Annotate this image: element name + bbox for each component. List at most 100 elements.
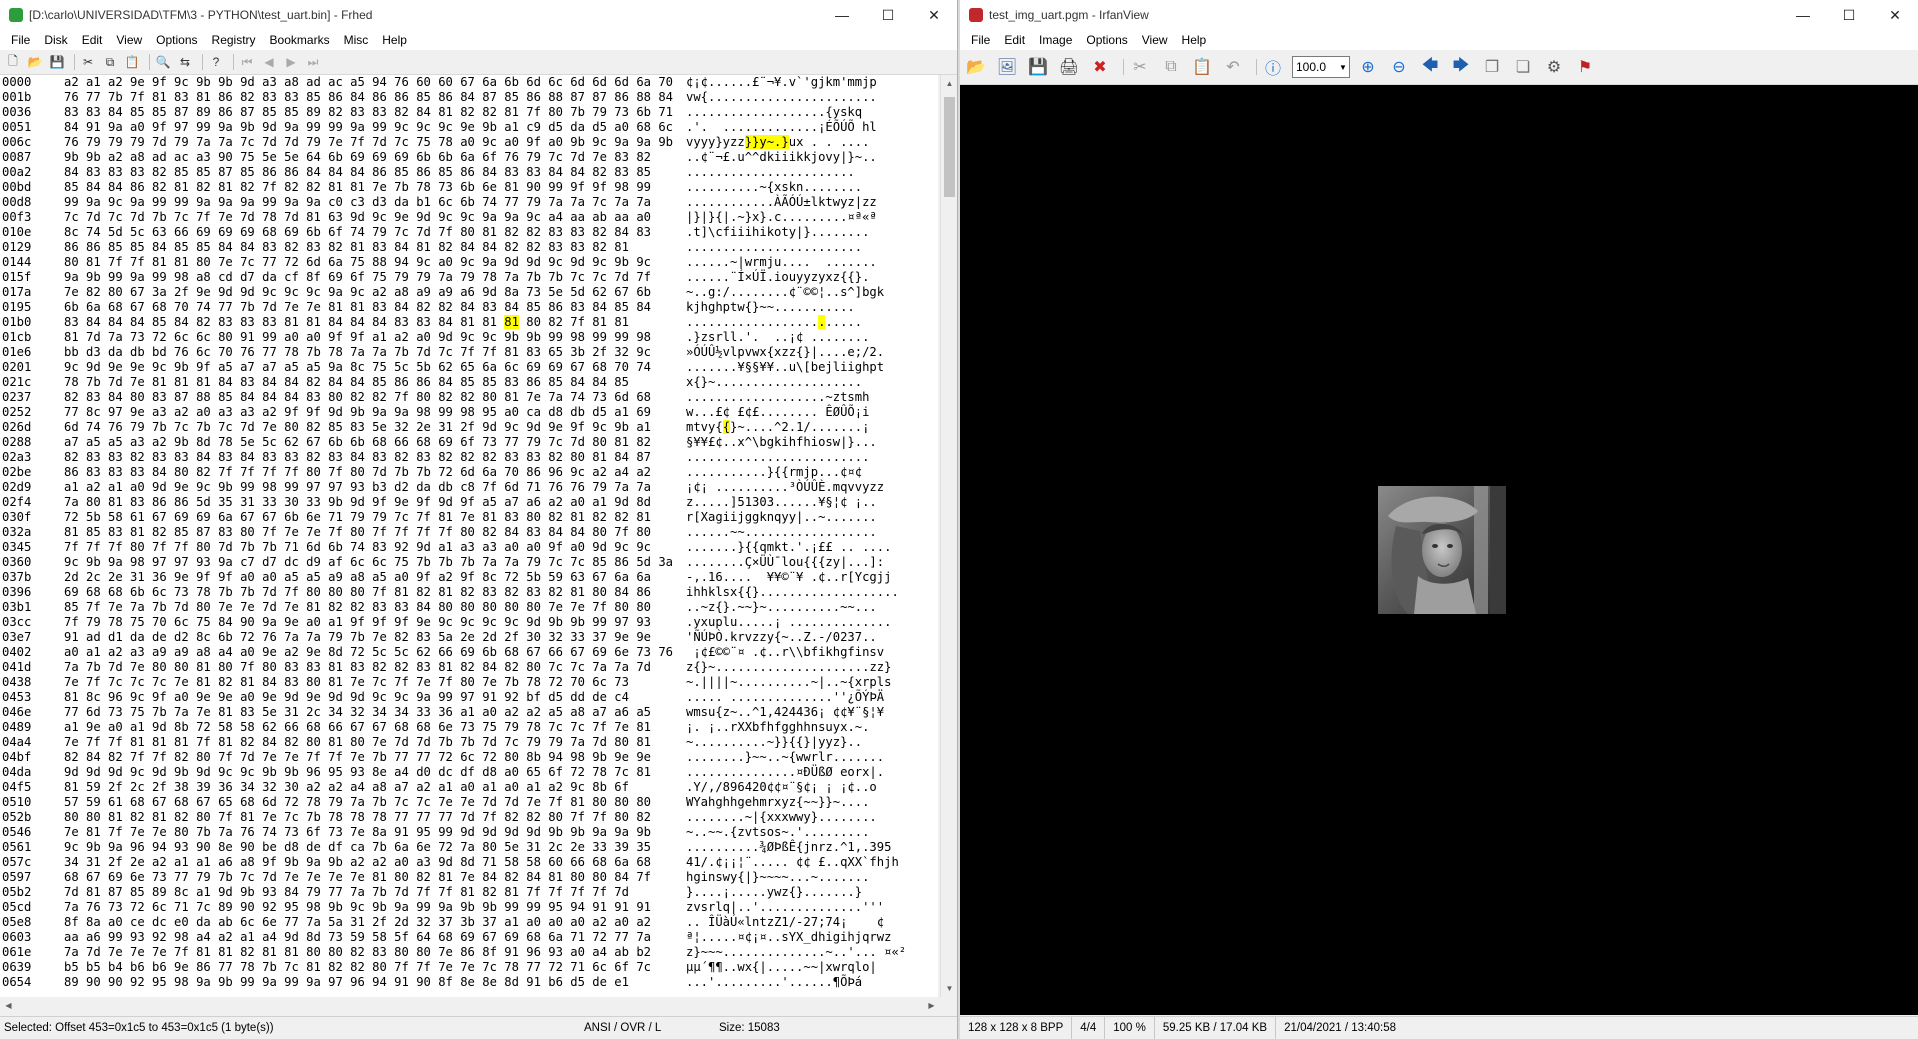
cut-icon[interactable]: ✂ — [1128, 55, 1152, 79]
row-ascii[interactable]: ihhklsx{{}................... — [686, 585, 899, 600]
hex-row[interactable]: 04da 9d 9d 9d 9c 9d 9b 9d 9c 9c 9b 9b 96 … — [0, 765, 938, 780]
hex-row[interactable]: 0396 69 68 68 6b 6c 73 78 7b 7b 7d 7f 80 … — [0, 585, 938, 600]
hex-row[interactable]: 0639 b5 b5 b4 b6 b6 9e 86 77 78 7b 7c 81 … — [0, 960, 938, 975]
hex-row[interactable]: 0237 82 83 84 80 83 87 88 85 84 84 84 83 … — [0, 390, 938, 405]
row-hex-bytes[interactable]: 34 31 2f 2e a2 a1 a1 a6 a8 9f 9b 9a 9b a… — [64, 855, 686, 870]
row-ascii[interactable]: ¡¢¡ ..........³ÒÚÛÈ.mqvvyzz — [686, 480, 884, 495]
row-ascii[interactable]: .. ÎÜàÚ«lntzZ1/-27;74¡ ¢ — [686, 915, 884, 930]
hex-row[interactable]: 03b1 85 7f 7e 7a 7b 7d 80 7e 7e 7d 7e 81 … — [0, 600, 938, 615]
paste-icon[interactable]: 📋 — [1190, 55, 1214, 79]
row-ascii[interactable]: w...£¢ £¢£........ ÊØÛÕ¡i — [686, 405, 869, 420]
row-ascii[interactable]: ...................~ztsmh — [686, 390, 869, 405]
row-hex-bytes[interactable]: 7e 7f 7f 81 81 81 7f 81 82 84 82 80 81 8… — [64, 735, 686, 750]
row-ascii[interactable]: vyyy}yzz}}y~.}ux . . .... — [686, 135, 869, 150]
row-ascii[interactable]: ..... ..............''¿ÕÝÞÄ — [686, 690, 884, 705]
row-hex-bytes[interactable]: 7e 7f 7c 7c 7c 7e 81 82 81 84 83 80 81 7… — [64, 675, 686, 690]
row-hex-bytes[interactable]: 9b 9b a2 a8 ad ac a3 90 75 5e 5e 64 6b 6… — [64, 150, 686, 165]
hex-row[interactable]: 0195 6b 6a 68 67 68 70 74 77 7b 7d 7e 7e … — [0, 300, 938, 315]
next-icon[interactable]: ▶ — [282, 53, 300, 71]
hex-row[interactable]: 02d9 a1 a2 a1 a0 9d 9e 9c 9b 99 98 99 97 … — [0, 480, 938, 495]
chevron-down-icon[interactable]: ▼ — [1337, 63, 1349, 72]
row-hex-bytes[interactable]: a7 a5 a5 a3 a2 9b 8d 78 5e 5c 62 67 6b 6… — [64, 435, 686, 450]
row-hex-bytes[interactable]: 7a 80 81 83 86 86 5d 35 31 33 30 33 9b 9… — [64, 495, 686, 510]
row-ascii[interactable]: 41/.¢¡¡¦¨..... ¢¢ £..qXX`fhjh — [686, 855, 899, 870]
goto-start-icon[interactable]: ⏮ — [238, 53, 256, 71]
menu-help[interactable]: Help — [375, 33, 414, 47]
selected-byte[interactable]: . — [818, 315, 826, 329]
row-ascii[interactable]: .'. .............¡ÉÕÚÕ hl — [686, 120, 877, 135]
open-folder-icon[interactable]: 📂 — [964, 55, 988, 79]
row-hex-bytes[interactable]: 7d 81 87 85 89 8c a1 9d 9b 93 84 79 77 7… — [64, 885, 686, 900]
hex-row[interactable]: 0510 57 59 61 68 67 68 67 65 68 6d 72 78 … — [0, 795, 938, 810]
row-ascii[interactable]: .yxuplu.....¡ .............. — [686, 615, 891, 630]
row-hex-bytes[interactable]: 83 84 84 84 85 84 82 83 83 83 81 81 84 8… — [64, 315, 686, 330]
row-ascii[interactable]: }....¡.....ywz{}.......} — [686, 885, 862, 900]
hex-row[interactable]: 0438 7e 7f 7c 7c 7c 7e 81 82 81 84 83 80 … — [0, 675, 938, 690]
move-to-icon[interactable]: ❏ — [1511, 55, 1535, 79]
hex-row[interactable]: 02be 86 83 83 83 84 80 82 7f 7f 7f 7f 80 … — [0, 465, 938, 480]
row-ascii[interactable]: -,.16.... ¥¥©¨¥ .¢..r[Ycgjj — [686, 570, 891, 585]
hex-row[interactable]: 0654 89 90 90 92 95 98 9a 9b 99 9a 99 9a … — [0, 975, 938, 990]
row-hex-bytes[interactable]: 84 91 9a a0 9f 97 99 9a 9b 9d 9a 99 99 9… — [64, 120, 686, 135]
row-ascii[interactable]: hginswy{|}~~~~...~....... — [686, 870, 869, 885]
replace-icon[interactable]: ⇆ — [176, 53, 194, 71]
hex-row[interactable]: 021c 78 7b 7d 7e 81 81 81 84 83 84 84 82 … — [0, 375, 938, 390]
row-ascii[interactable]: §¥¥£¢..x^\bgkihfhiosw|}... — [686, 435, 877, 450]
row-hex-bytes[interactable]: 82 83 84 80 83 87 88 85 84 84 84 83 80 8… — [64, 390, 686, 405]
row-hex-bytes[interactable]: 82 83 83 82 83 83 84 83 84 83 83 82 83 8… — [64, 450, 686, 465]
copy-to-icon[interactable]: ❐ — [1480, 55, 1504, 79]
menu-view[interactable]: View — [109, 33, 149, 47]
menu-file[interactable]: File — [4, 33, 37, 47]
row-ascii[interactable]: .......¥§§¥¥..u\[bejliighpt — [686, 360, 884, 375]
help-icon[interactable]: ? — [207, 53, 225, 71]
hex-row[interactable]: 0402 a0 a1 a2 a3 a9 a9 a8 a4 a0 9e a2 9e … — [0, 645, 938, 660]
minimize-button[interactable]: — — [819, 0, 865, 30]
selected-byte[interactable]: }}y~.} — [744, 135, 789, 149]
row-ascii[interactable]: ......~~.................. — [686, 525, 877, 540]
row-hex-bytes[interactable]: 57 59 61 68 67 68 67 65 68 6d 72 78 79 7… — [64, 795, 686, 810]
row-ascii[interactable]: ......~|wrmju.... ....... — [686, 255, 877, 270]
hex-row[interactable]: 0144 80 81 7f 7f 81 81 80 7e 7c 77 72 6d … — [0, 255, 938, 270]
hex-row[interactable]: 032a 81 85 83 81 82 85 87 83 80 7f 7e 7e … — [0, 525, 938, 540]
row-hex-bytes[interactable]: 76 77 7b 7f 81 83 81 86 82 83 83 85 86 8… — [64, 90, 686, 105]
hex-row[interactable]: 0489 a1 9e a0 a1 9d 8b 72 58 58 62 66 68 … — [0, 720, 938, 735]
hex-row[interactable]: 001b 76 77 7b 7f 81 83 81 86 82 83 83 85 … — [0, 90, 938, 105]
row-ascii[interactable]: x{}~.................... — [686, 375, 862, 390]
row-hex-bytes[interactable]: 9a 9b 99 9a 99 98 a8 cd d7 da cf 8f 69 6… — [64, 270, 686, 285]
hex-row[interactable]: 041d 7a 7b 7d 7e 80 80 81 80 7f 80 83 83 … — [0, 660, 938, 675]
hex-row[interactable]: 03e7 91 ad d1 da de d2 8c 6b 72 76 7a 7a … — [0, 630, 938, 645]
irfan-titlebar[interactable]: test_img_uart.pgm - IrfanView — ☐ ✕ — [960, 0, 1918, 30]
menu-edit[interactable]: Edit — [75, 33, 110, 47]
row-hex-bytes[interactable]: 80 80 81 82 81 82 80 7f 81 7e 7c 7b 78 7… — [64, 810, 686, 825]
row-hex-bytes[interactable]: 81 8c 96 9c 9f a0 9e 9e a0 9e 9d 9e 9d 9… — [64, 690, 686, 705]
hex-row[interactable]: 0000 a2 a1 a2 9e 9f 9c 9b 9b 9d a3 a8 ad … — [0, 75, 938, 90]
hex-row[interactable]: 02f4 7a 80 81 83 86 86 5d 35 31 33 30 33 … — [0, 495, 938, 510]
scroll-right-icon[interactable]: ▶ — [923, 997, 940, 1014]
row-ascii[interactable]: z.....]51303......¥§¦¢ ¡.. — [686, 495, 877, 510]
hex-row[interactable]: 010e 8c 74 5d 5c 63 66 69 69 69 68 69 6b … — [0, 225, 938, 240]
maximize-button[interactable]: ☐ — [1826, 0, 1872, 30]
row-ascii[interactable]: ...'.........'......¶ÕÞá — [686, 975, 862, 990]
row-hex-bytes[interactable]: a1 a2 a1 a0 9d 9e 9c 9b 99 98 99 97 97 9… — [64, 480, 686, 495]
row-ascii[interactable]: ......¨Í×ÚÏ.iouyyzyxz{{}. — [686, 270, 869, 285]
row-hex-bytes[interactable]: 77 8c 97 9e a3 a2 a0 a3 a3 a2 9f 9f 9d 9… — [64, 405, 686, 420]
vertical-scrollbar[interactable]: ▲ ▼ — [940, 75, 957, 997]
row-hex-bytes[interactable]: aa a6 99 93 92 98 a4 a2 a1 a4 9d 8d 73 5… — [64, 930, 686, 945]
hex-row[interactable]: 01cb 81 7d 7a 73 72 6c 6c 80 91 99 a0 a0 … — [0, 330, 938, 345]
row-hex-bytes[interactable]: 81 7d 7a 73 72 6c 6c 80 91 99 a0 a0 9f 9… — [64, 330, 686, 345]
hex-row[interactable]: 02a3 82 83 83 82 83 83 84 83 84 83 83 82 … — [0, 450, 938, 465]
row-ascii[interactable]: ............ÀÃÓÚ±lktwyz|zz — [686, 195, 877, 210]
properties-icon[interactable]: ⚙ — [1542, 55, 1566, 79]
hex-row[interactable]: 046e 77 6d 73 75 7b 7a 7e 81 83 5e 31 2c … — [0, 705, 938, 720]
row-hex-bytes[interactable]: 77 6d 73 75 7b 7a 7e 81 83 5e 31 2c 34 3… — [64, 705, 686, 720]
row-ascii[interactable]: |}|}{|.~}x}.c.........¤ª«ª — [686, 210, 877, 225]
row-hex-bytes[interactable]: 86 83 83 83 84 80 82 7f 7f 7f 7f 80 7f 8… — [64, 465, 686, 480]
hex-row[interactable]: 0453 81 8c 96 9c 9f a0 9e 9e a0 9e 9d 9e … — [0, 690, 938, 705]
row-ascii[interactable]: wmsu{z~..^1,424436¡ ¢¢¥¨§¦¥ — [686, 705, 884, 720]
row-ascii[interactable]: ..........¾ØÞßÊ{jnrz.^1,.395 — [686, 840, 891, 855]
previous-image-icon[interactable]: 🡄 — [1418, 55, 1442, 79]
hex-row[interactable]: 026d 6d 74 76 79 7b 7c 7b 7c 7d 7e 80 82 … — [0, 420, 938, 435]
row-hex-bytes[interactable]: 76 79 79 79 7d 79 7a 7a 7c 7d 7d 79 7e 7… — [64, 135, 686, 150]
new-file-icon[interactable]: 🗋 — [4, 53, 22, 71]
delete-icon[interactable]: ✖ — [1088, 55, 1112, 79]
